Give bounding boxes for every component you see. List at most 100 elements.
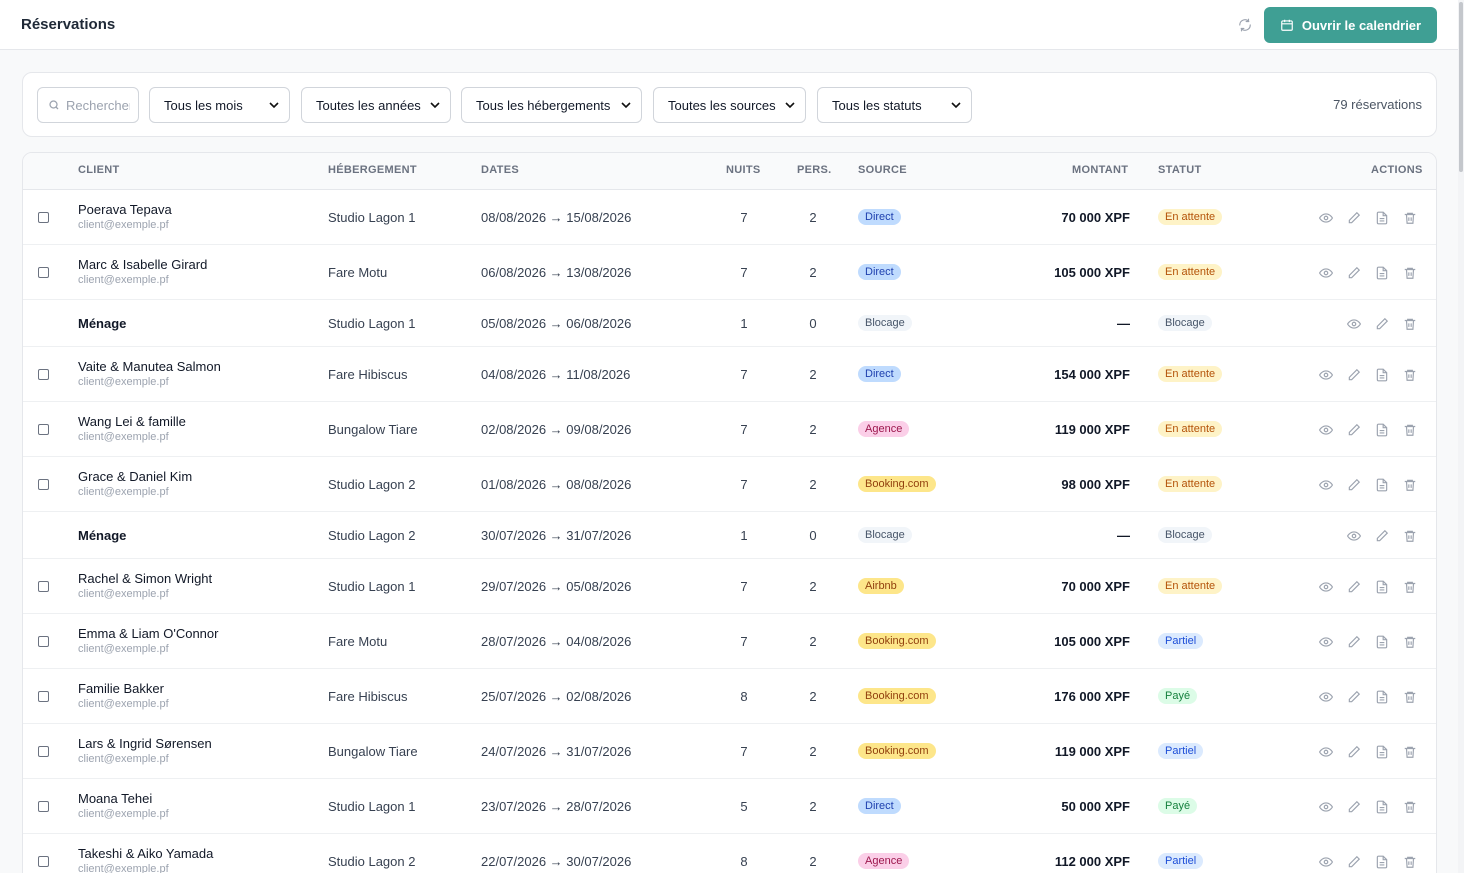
- trash-icon[interactable]: [1401, 366, 1419, 384]
- document-icon[interactable]: [1373, 578, 1391, 596]
- row-checkbox[interactable]: [38, 580, 49, 592]
- trash-icon[interactable]: [1401, 209, 1419, 227]
- scrollbar-thumb[interactable]: [1459, 2, 1463, 172]
- eye-icon[interactable]: [1317, 688, 1335, 706]
- document-icon[interactable]: [1373, 743, 1391, 761]
- pencil-icon[interactable]: [1345, 578, 1363, 596]
- column-amount[interactable]: MONTANT: [1072, 164, 1128, 176]
- row-checkbox[interactable]: [38, 368, 49, 380]
- row-checkbox[interactable]: [38, 478, 49, 490]
- column-dates[interactable]: DATES: [481, 164, 519, 176]
- amount-cell: —: [1117, 527, 1130, 543]
- pencil-icon[interactable]: [1373, 315, 1391, 333]
- pencil-icon[interactable]: [1345, 476, 1363, 494]
- document-icon[interactable]: [1373, 421, 1391, 439]
- table-row[interactable]: Vaite & Manutea Salmon client@exemple.pf F…: [23, 347, 1436, 402]
- column-accommodation[interactable]: HÉBERGEMENT: [328, 164, 417, 176]
- source-select[interactable]: Toutes les sources: [653, 87, 806, 123]
- eye-icon[interactable]: [1317, 743, 1335, 761]
- pencil-icon[interactable]: [1345, 264, 1363, 282]
- eye-icon[interactable]: [1317, 421, 1335, 439]
- trash-icon[interactable]: [1401, 315, 1419, 333]
- accommodation-cell: Studio Lagon 1: [328, 578, 416, 594]
- year-select[interactable]: Toutes les années: [301, 87, 451, 123]
- column-client[interactable]: CLIENT: [78, 164, 120, 176]
- nights-cell: 7: [740, 578, 748, 594]
- table-row-block[interactable]: Ménage Studio Lagon 2 30/07/2026 → 31/07/2…: [23, 512, 1436, 559]
- column-nights[interactable]: NUITS: [726, 164, 761, 176]
- trash-icon[interactable]: [1401, 688, 1419, 706]
- trash-icon[interactable]: [1401, 527, 1419, 545]
- row-checkbox[interactable]: [38, 745, 49, 757]
- column-source[interactable]: SOURCE: [858, 164, 907, 176]
- pencil-icon[interactable]: [1345, 421, 1363, 439]
- trash-icon[interactable]: [1401, 264, 1419, 282]
- row-checkbox[interactable]: [38, 635, 49, 647]
- trash-icon[interactable]: [1401, 633, 1419, 651]
- open-calendar-button[interactable]: Ouvrir le calendrier: [1264, 7, 1437, 43]
- search-input[interactable]: [66, 97, 130, 113]
- row-checkbox[interactable]: [38, 211, 49, 223]
- search-box[interactable]: [37, 87, 139, 123]
- client-email: client@exemple.pf: [78, 587, 169, 600]
- table-row[interactable]: Marc & Isabelle Girard client@exemple.pf F…: [23, 245, 1436, 300]
- table-row[interactable]: Rachel & Simon Wright client@exemple.pf St…: [23, 559, 1436, 614]
- row-checkbox[interactable]: [38, 266, 49, 278]
- pencil-icon[interactable]: [1345, 853, 1363, 871]
- page-scrollbar[interactable]: [1458, 0, 1464, 873]
- status-select[interactable]: Tous les statuts: [817, 87, 972, 123]
- eye-icon[interactable]: [1317, 264, 1335, 282]
- eye-icon[interactable]: [1317, 366, 1335, 384]
- eye-icon[interactable]: [1317, 476, 1335, 494]
- table-row[interactable]: Emma & Liam O'Connor client@exemple.pf Far…: [23, 614, 1436, 669]
- table-row[interactable]: Moana Tehei client@exemple.pf Studio Lagon…: [23, 779, 1436, 834]
- row-checkbox[interactable]: [38, 855, 49, 867]
- pencil-icon[interactable]: [1345, 366, 1363, 384]
- document-icon[interactable]: [1373, 853, 1391, 871]
- pencil-icon[interactable]: [1345, 633, 1363, 651]
- trash-icon[interactable]: [1401, 476, 1419, 494]
- table-row[interactable]: Lars & Ingrid Sørensen client@exemple.pf B…: [23, 724, 1436, 779]
- document-icon[interactable]: [1373, 633, 1391, 651]
- document-icon[interactable]: [1373, 798, 1391, 816]
- eye-icon[interactable]: [1317, 209, 1335, 227]
- row-checkbox[interactable]: [38, 423, 49, 435]
- column-guests[interactable]: PERS.: [797, 164, 832, 176]
- pencil-icon[interactable]: [1373, 527, 1391, 545]
- accommodation-select[interactable]: Tous les hébergements: [461, 87, 642, 123]
- trash-icon[interactable]: [1401, 578, 1419, 596]
- pencil-icon[interactable]: [1345, 688, 1363, 706]
- eye-icon[interactable]: [1317, 798, 1335, 816]
- pencil-icon[interactable]: [1345, 743, 1363, 761]
- table-row-block[interactable]: Ménage Studio Lagon 1 05/08/2026 → 06/08/2…: [23, 300, 1436, 347]
- eye-icon[interactable]: [1317, 633, 1335, 651]
- table-row[interactable]: Takeshi & Aiko Yamada client@exemple.pf St…: [23, 834, 1436, 873]
- refresh-icon[interactable]: [1236, 16, 1254, 34]
- document-icon[interactable]: [1373, 476, 1391, 494]
- table-row[interactable]: Grace & Daniel Kim client@exemple.pf Studi…: [23, 457, 1436, 512]
- pencil-icon[interactable]: [1345, 209, 1363, 227]
- pencil-icon[interactable]: [1345, 798, 1363, 816]
- document-icon[interactable]: [1373, 209, 1391, 227]
- trash-icon[interactable]: [1401, 798, 1419, 816]
- row-checkbox[interactable]: [38, 800, 49, 812]
- amount-cell: 112 000 XPF: [1054, 853, 1130, 869]
- document-icon[interactable]: [1373, 264, 1391, 282]
- trash-icon[interactable]: [1401, 853, 1419, 871]
- table-row[interactable]: Wang Lei & famille client@exemple.pf Bunga…: [23, 402, 1436, 457]
- trash-icon[interactable]: [1401, 743, 1419, 761]
- column-status[interactable]: STATUT: [1158, 164, 1202, 176]
- client-name: Marc & Isabelle Girard: [78, 256, 208, 272]
- eye-icon[interactable]: [1317, 853, 1335, 871]
- eye-icon[interactable]: [1345, 527, 1363, 545]
- document-icon[interactable]: [1373, 688, 1391, 706]
- month-select[interactable]: Tous les mois: [149, 87, 290, 123]
- eye-icon[interactable]: [1345, 315, 1363, 333]
- eye-icon[interactable]: [1317, 578, 1335, 596]
- trash-icon[interactable]: [1401, 421, 1419, 439]
- client-email: client@exemple.pf: [78, 485, 169, 498]
- row-checkbox[interactable]: [38, 690, 49, 702]
- table-row[interactable]: Poerava Tepava client@exemple.pf Studio La…: [23, 190, 1436, 245]
- table-row[interactable]: Familie Bakker client@exemple.pf Fare Hibi…: [23, 669, 1436, 724]
- document-icon[interactable]: [1373, 366, 1391, 384]
